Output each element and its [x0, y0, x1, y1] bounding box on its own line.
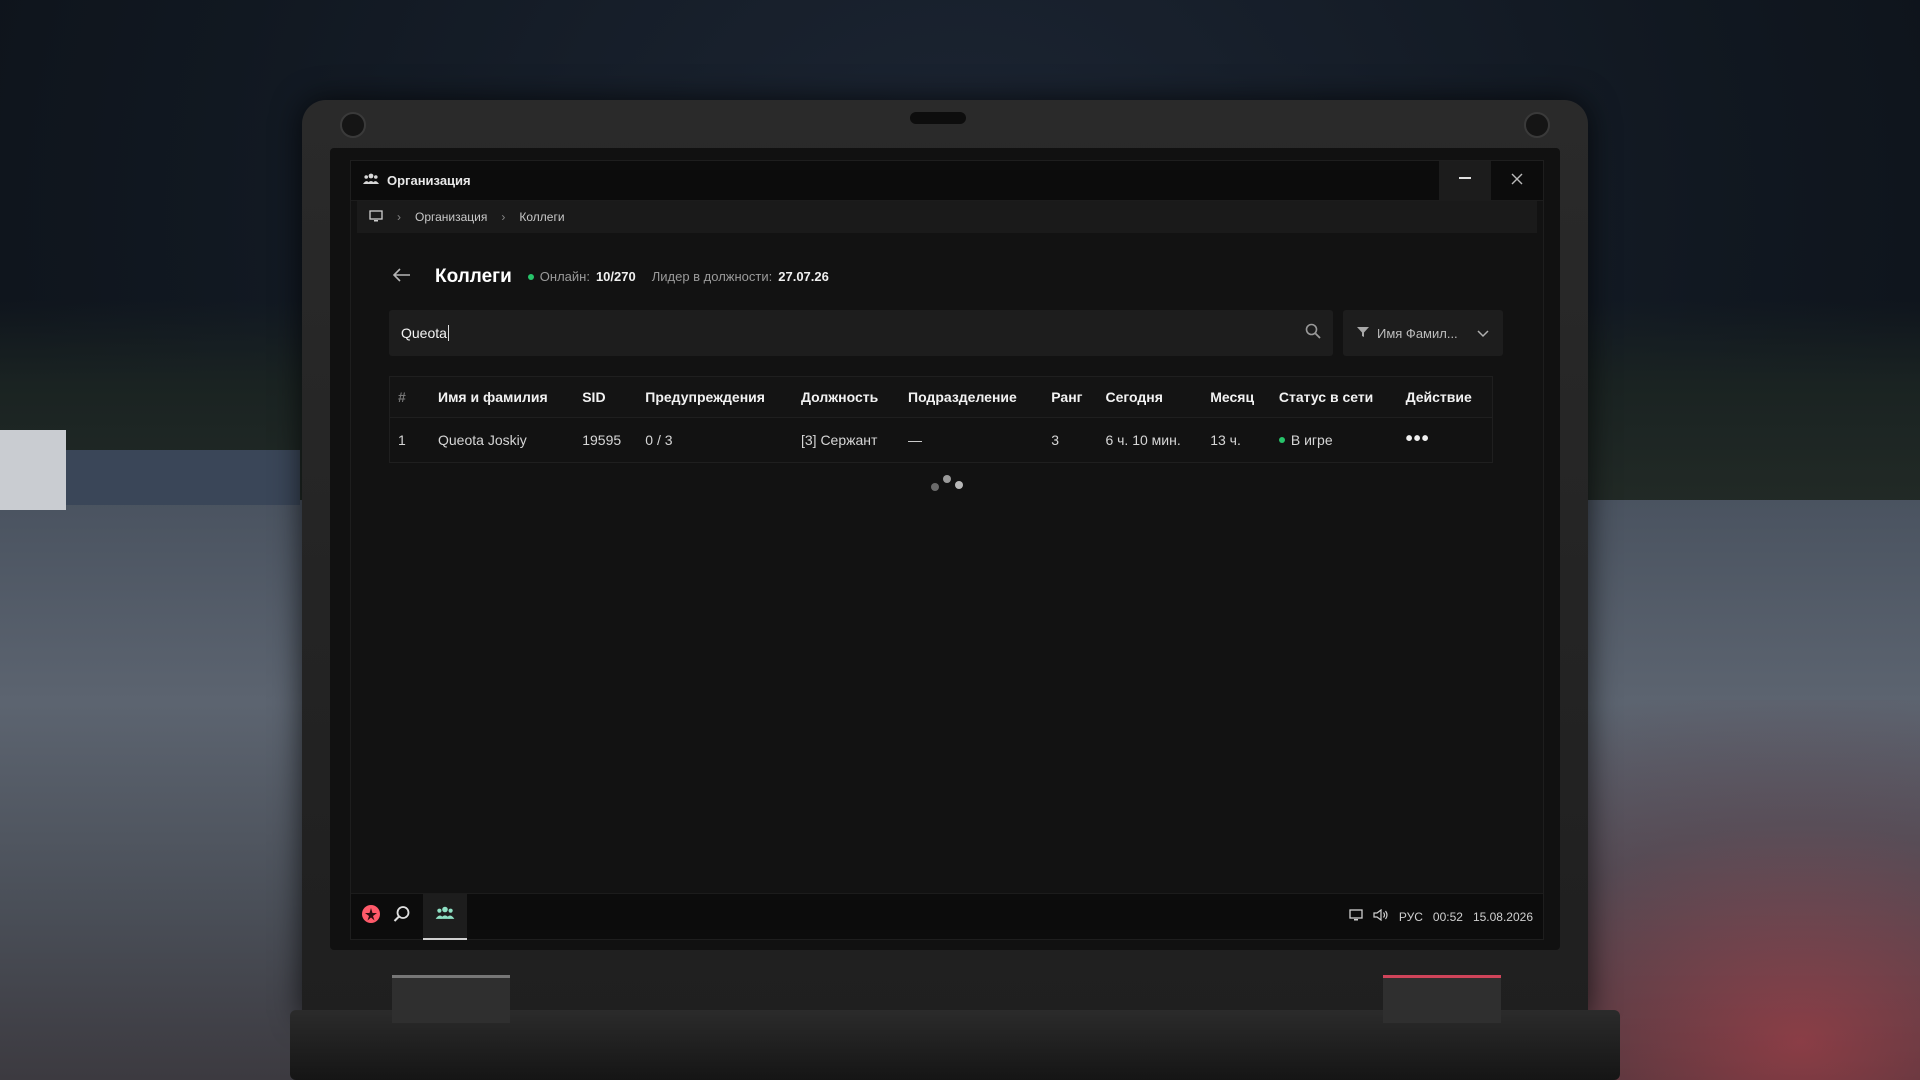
laptop-hinge-right: [1383, 975, 1501, 1023]
close-icon: [1511, 172, 1523, 190]
status-text: В игре: [1290, 431, 1333, 448]
monitor-icon[interactable]: [1349, 909, 1363, 924]
column-header-action: Действие: [1397, 377, 1492, 417]
app-window: Организация › Организация › Коллеги Колл…: [350, 160, 1544, 940]
online-dot: [527, 273, 534, 280]
search-icon[interactable]: [1305, 323, 1321, 344]
search-row: Queota Имя Фамил...: [389, 310, 1503, 356]
logo-icon[interactable]: [361, 904, 381, 929]
search-icon[interactable]: [393, 905, 411, 928]
cell-action: •••: [1397, 416, 1492, 462]
page-header: Коллеги Онлайн: 10/270 Лидер в должности…: [392, 265, 1543, 288]
cell-sid: 19595: [574, 416, 638, 462]
breadcrumb-item-organization[interactable]: Организация: [415, 210, 487, 224]
filter-dropdown[interactable]: Имя Фамил...: [1343, 310, 1503, 356]
window-title-area: Организация: [351, 172, 1439, 190]
keyboard-language[interactable]: РУС: [1399, 910, 1423, 924]
laptop-hinge-left: [392, 975, 510, 1023]
cell-position: [3] Сержант: [792, 416, 900, 462]
online-count: Онлайн: 10/270: [527, 269, 636, 284]
page-title: Коллеги: [435, 265, 512, 287]
cell-rank: 3: [1043, 416, 1098, 462]
filter-selected-value: Имя Фамил...: [1377, 325, 1458, 341]
leader-label: Лидер в должности:: [651, 269, 773, 284]
minimize-icon: [1458, 171, 1472, 190]
people-icon: [363, 172, 379, 190]
column-header-rank[interactable]: Ранг: [1043, 377, 1098, 417]
cell-month: 13 ч.: [1202, 416, 1271, 462]
cell-number: 1: [390, 416, 430, 462]
column-header-month[interactable]: Месяц: [1202, 377, 1271, 417]
online-label: Онлайн:: [539, 269, 590, 284]
chevron-down-icon: [1477, 326, 1489, 341]
cell-today: 6 ч. 10 мин.: [1097, 416, 1203, 462]
column-header-warnings[interactable]: Предупреждения: [637, 377, 793, 417]
column-header-today[interactable]: Сегодня: [1097, 377, 1203, 417]
filter-icon: [1357, 326, 1369, 341]
spinner-dot: [943, 474, 951, 483]
monitor-icon[interactable]: [369, 209, 383, 225]
taskbar: РУС 00:52 15.08.2026: [351, 893, 1543, 940]
spinner-dot: [955, 480, 963, 489]
loading-spinner: [927, 473, 967, 497]
people-icon: [435, 906, 455, 925]
volume-icon[interactable]: [1373, 908, 1389, 924]
breadcrumb: › Организация › Коллеги: [357, 201, 1537, 233]
table-row[interactable]: 1 Queota Joskiy 19595 0 / 3 [3] Сержант …: [390, 416, 1492, 462]
column-header-sid[interactable]: SID: [574, 377, 638, 417]
cell-division: —: [900, 416, 1044, 462]
back-arrow-icon[interactable]: [392, 265, 411, 288]
column-header-status[interactable]: Статус в сети: [1270, 377, 1398, 417]
chevron-right-icon: ›: [397, 210, 401, 224]
taskbar-app-organization[interactable]: [423, 893, 467, 940]
cell-name: Queota Joskiy: [430, 416, 575, 462]
system-tray: РУС 00:52 15.08.2026: [1349, 908, 1533, 924]
status-online-dot: [1278, 436, 1285, 443]
clock-time: 00:52: [1432, 909, 1463, 924]
column-header-division[interactable]: Подразделение: [900, 377, 1044, 417]
taskbar-left: [361, 893, 1349, 940]
column-header-name[interactable]: Имя и фамилия: [430, 377, 575, 417]
column-header-position[interactable]: Должность: [792, 377, 900, 417]
cell-status: В игре: [1270, 416, 1398, 462]
window-titlebar: Организация: [351, 160, 1543, 201]
background-building-2: [66, 450, 300, 505]
online-value: 10/270: [595, 269, 636, 284]
laptop-camera: [910, 112, 966, 124]
background-building: [0, 430, 66, 510]
laptop-screw: [340, 112, 366, 138]
minimize-button[interactable]: [1439, 160, 1491, 201]
window-title: Организация: [387, 173, 471, 188]
colleagues-table: # Имя и фамилия SID Предупреждения Должн…: [389, 376, 1493, 463]
column-header-number: #: [390, 377, 430, 417]
spinner-dot: [931, 482, 939, 491]
search-input-value[interactable]: Queota: [401, 325, 449, 341]
more-dots-icon[interactable]: •••: [1406, 428, 1430, 450]
clock-date: 15.08.2026: [1472, 909, 1533, 924]
close-button[interactable]: [1491, 161, 1543, 201]
leader-info: Лидер в должности: 27.07.26: [652, 269, 829, 284]
search-input[interactable]: Queota: [389, 310, 1333, 356]
leader-value: 27.07.26: [778, 269, 829, 284]
breadcrumb-item-colleagues[interactable]: Коллеги: [519, 210, 564, 224]
table-header-row: # Имя и фамилия SID Предупреждения Должн…: [390, 377, 1492, 417]
cell-warnings: 0 / 3: [637, 416, 793, 462]
chevron-right-icon: ›: [501, 210, 506, 224]
laptop-screw: [1524, 112, 1550, 138]
